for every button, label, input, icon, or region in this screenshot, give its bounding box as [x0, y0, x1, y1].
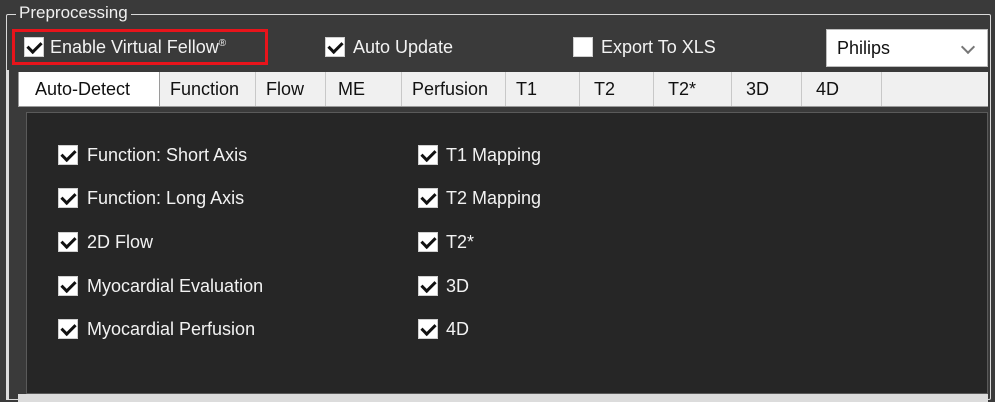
tab-flow[interactable]: Flow [256, 72, 326, 106]
t1-mapping-checkbox[interactable] [418, 145, 438, 165]
myocardial-evaluation-checkbox[interactable] [58, 276, 78, 296]
tab-auto-detect[interactable]: Auto-Detect [18, 72, 160, 106]
auto-update-label[interactable]: Auto Update [353, 37, 453, 58]
2d-flow-checkbox[interactable] [58, 232, 78, 252]
vendor-select[interactable]: Philips [826, 29, 988, 67]
check-icon [60, 232, 77, 250]
tab-function[interactable]: Function [160, 72, 256, 106]
check-icon [60, 145, 77, 163]
tab-me[interactable]: ME [326, 72, 402, 106]
check-icon [60, 188, 77, 206]
group-title: Preprocessing [16, 4, 131, 22]
tab-t2-star[interactable]: T2* [654, 72, 732, 106]
tab-3d[interactable]: 3D [732, 72, 802, 106]
tab-bar: Auto-Detect Function Flow ME Perfusion T… [18, 72, 988, 107]
check-icon [420, 276, 437, 294]
check-icon [420, 319, 437, 337]
window: Preprocessing Enable Virtual Fellow® Aut… [0, 0, 995, 402]
4d-label[interactable]: 4D [446, 319, 469, 340]
myocardial-perfusion-label[interactable]: Myocardial Perfusion [87, 319, 255, 340]
registered-mark: ® [218, 38, 227, 49]
t2-star-checkbox[interactable] [418, 232, 438, 252]
4d-checkbox[interactable] [418, 319, 438, 339]
t2-mapping-checkbox[interactable] [418, 188, 438, 208]
t1-mapping-label[interactable]: T1 Mapping [446, 145, 541, 166]
2d-flow-label[interactable]: 2D Flow [87, 232, 153, 253]
function-short-axis-label[interactable]: Function: Short Axis [87, 145, 247, 166]
vendor-select-value: Philips [837, 38, 891, 58]
chevron-down-icon [960, 39, 976, 55]
myocardial-perfusion-checkbox[interactable] [58, 319, 78, 339]
check-icon [60, 319, 77, 337]
left-rail [6, 70, 9, 400]
tab-t2[interactable]: T2 [580, 72, 654, 106]
export-to-xls-label[interactable]: Export To XLS [601, 37, 716, 58]
check-icon [60, 276, 77, 294]
function-long-axis-label[interactable]: Function: Long Axis [87, 188, 244, 209]
check-icon [420, 232, 437, 250]
auto-update-checkbox[interactable] [325, 37, 345, 57]
enable-virtual-fellow-checkbox[interactable] [24, 37, 44, 57]
t2-star-label[interactable]: T2* [446, 232, 474, 253]
check-icon [327, 37, 344, 55]
function-long-axis-checkbox[interactable] [58, 188, 78, 208]
t2-mapping-label[interactable]: T2 Mapping [446, 188, 541, 209]
check-icon [26, 37, 43, 55]
3d-label[interactable]: 3D [446, 276, 469, 297]
3d-checkbox[interactable] [418, 276, 438, 296]
enable-virtual-fellow-label[interactable]: Enable Virtual Fellow® [50, 37, 226, 58]
myocardial-evaluation-label[interactable]: Myocardial Evaluation [87, 276, 263, 297]
bottom-border [18, 394, 988, 402]
check-icon [420, 188, 437, 206]
export-to-xls-checkbox[interactable] [573, 37, 593, 57]
tab-4d[interactable]: 4D [802, 72, 882, 106]
tab-t1[interactable]: T1 [506, 72, 580, 106]
tab-perfusion[interactable]: Perfusion [402, 72, 506, 106]
check-icon [420, 145, 437, 163]
function-short-axis-checkbox[interactable] [58, 145, 78, 165]
